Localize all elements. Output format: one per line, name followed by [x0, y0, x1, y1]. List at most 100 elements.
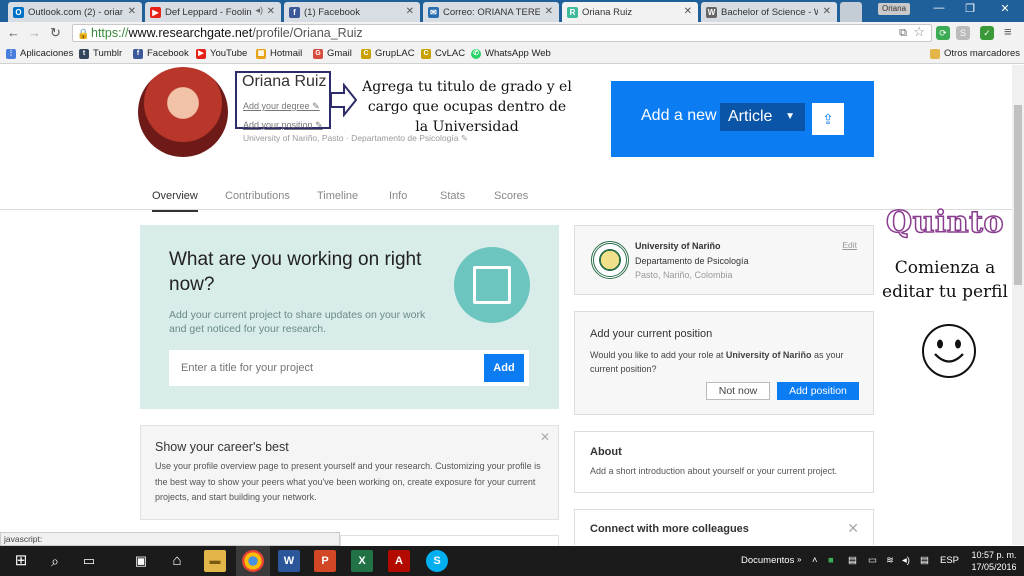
task-view-icon[interactable]: ▭ [78, 550, 100, 572]
add-type-select[interactable]: Article ▼ [720, 103, 805, 131]
tab-stats[interactable]: Stats [440, 190, 465, 202]
bookmark-other[interactable]: Otros marcadores [930, 48, 1020, 59]
profile-chip[interactable]: Oriana [878, 3, 911, 15]
notifications-icon[interactable]: ▤ [920, 555, 929, 566]
bookmark-cvlac[interactable]: C CvLAC [421, 48, 465, 59]
tab-contributions[interactable]: Contributions [225, 190, 290, 202]
tray-app-icon[interactable]: ■ [828, 555, 834, 566]
tab-wikipedia[interactable]: W Bachelor of Science - W ✕ [701, 2, 837, 22]
add-project-button[interactable]: Add [484, 354, 524, 382]
clock-date: 17/05/2016 [971, 562, 1017, 572]
about-card: About Add a short introduction about you… [574, 431, 874, 493]
network-icon[interactable]: ▤ [848, 555, 857, 566]
tab-outlook[interactable]: O Outlook.com (2) - oriana ✕ [8, 2, 142, 22]
bookmark-tumblr[interactable]: t Tumblr [79, 48, 122, 59]
close-icon[interactable]: ✕ [128, 6, 136, 17]
not-now-button[interactable]: Not now [706, 382, 770, 400]
about-text[interactable]: Add a short introduction about yourself … [590, 466, 837, 476]
gruplac-icon: C [361, 48, 371, 59]
documents-toolbar[interactable]: Documentos [741, 555, 794, 566]
clock[interactable]: 10:57 p. m. 17/05/2016 [968, 549, 1020, 573]
tab-researchgate[interactable]: R Oriana Ruiz ✕ [562, 2, 698, 22]
start-icon[interactable]: ⊞ [10, 550, 32, 572]
add-position-button[interactable]: Add position [777, 382, 859, 400]
back-icon[interactable]: ← [7, 25, 20, 40]
bookmark-label: Tumblr [93, 48, 123, 59]
close-icon[interactable]: ✕ [847, 520, 859, 537]
add-position-link[interactable]: Add your position ✎ [243, 120, 323, 131]
grammar-icon[interactable]: ✓ [980, 26, 994, 40]
tab-mail[interactable]: ✉ Correo: ORIANA TERESA ✕ [423, 2, 559, 22]
tab-timeline[interactable]: Timeline [317, 190, 358, 202]
project-title-input[interactable] [169, 350, 479, 386]
excel-icon[interactable]: X [351, 550, 373, 572]
close-icon[interactable]: ✕ [823, 6, 831, 17]
bookmark-hotmail[interactable]: ▦ Hotmail [256, 48, 302, 59]
career-text: Use your profile overview page to presen… [155, 461, 541, 502]
institution-name[interactable]: University of Nariño [635, 241, 721, 251]
new-tab-button[interactable] [840, 2, 862, 22]
powerpoint-icon[interactable]: P [314, 550, 336, 572]
add-degree-link[interactable]: Add your degree ✎ [243, 101, 320, 112]
edit-link[interactable]: Edit [842, 240, 857, 250]
tab-overview[interactable]: Overview [152, 190, 198, 212]
skype-icon[interactable]: S [956, 26, 970, 40]
scrollbar-thumb[interactable] [1014, 105, 1022, 285]
working-title: What are you working on right now? [169, 249, 422, 295]
store-icon[interactable]: ▣ [130, 550, 152, 572]
home-icon[interactable]: ⌂ [166, 550, 188, 572]
close-window-icon[interactable]: ✕ [990, 2, 1020, 15]
chrome-icon[interactable] [242, 550, 264, 572]
folder-icon[interactable]: ▬ [204, 550, 226, 572]
battery-icon[interactable]: ▭ [868, 555, 877, 566]
menu-icon[interactable]: ≡ [1004, 24, 1012, 39]
tab-youtube[interactable]: ▶ Def Leppard - Foolin ◂) ✕ [145, 2, 281, 22]
minimize-icon[interactable]: — [924, 2, 954, 14]
search-icon[interactable]: ⌕ [44, 550, 66, 572]
scrollbar[interactable] [1012, 65, 1024, 545]
upload-button[interactable]: ⇪ [812, 103, 844, 135]
bookmark-gruplac[interactable]: C GrupLAC [361, 48, 415, 59]
close-icon[interactable]: ✕ [684, 6, 692, 17]
tab-scores[interactable]: Scores [494, 190, 528, 202]
bookmark-youtube[interactable]: ▶ YouTube [196, 48, 247, 59]
add-new-panel: Add a new Article ▼ ⇪ [611, 81, 874, 157]
cvlac-icon: C [421, 48, 431, 59]
avatar[interactable] [138, 67, 228, 157]
close-icon[interactable]: ✕ [406, 6, 414, 17]
speaker-icon[interactable]: ◂) [255, 5, 263, 16]
language-indicator[interactable]: ESP [940, 555, 959, 566]
extension-icon[interactable]: ⟳ [936, 26, 950, 40]
url-host: www.researchgate.net [128, 26, 253, 40]
clock-time: 10:57 p. m. [971, 550, 1017, 560]
translate-icon[interactable]: ⧉ [899, 25, 907, 41]
bookmark-apps[interactable]: ⋮ Aplicaciones [6, 48, 73, 59]
browser-toolbar: ← → ↻ 🔒 https://www.researchgate.net/pro… [0, 22, 1024, 44]
close-icon[interactable]: ✕ [267, 6, 275, 17]
bookmark-whatsapp[interactable]: ✆ WhatsApp Web [471, 48, 551, 59]
windows-taskbar: ⊞ ⌕ ▭ ▣ ⌂ ▬ W P X A S Documentos » ˄ ■ ▤… [0, 546, 1024, 576]
close-icon[interactable]: ✕ [540, 430, 550, 444]
close-icon[interactable]: ✕ [545, 6, 553, 17]
address-bar[interactable]: 🔒 https://www.researchgate.net/profile/O… [72, 24, 932, 42]
wifi-icon[interactable]: ≋ [886, 555, 894, 566]
star-icon[interactable]: ☆ [913, 24, 925, 40]
tab-facebook[interactable]: f (1) Facebook ✕ [284, 2, 420, 22]
bookmark-facebook[interactable]: f Facebook [133, 48, 189, 59]
restore-icon[interactable]: ❐ [955, 2, 985, 15]
forward-icon[interactable]: → [28, 25, 41, 40]
chevron-icon[interactable]: » [797, 555, 801, 564]
tab-info[interactable]: Info [389, 190, 407, 202]
bookmark-gmail[interactable]: G Gmail [313, 48, 352, 59]
reload-icon[interactable]: ↻ [50, 25, 61, 41]
acrobat-icon[interactable]: A [388, 550, 410, 572]
volume-icon[interactable]: ◂) [902, 555, 910, 566]
word-icon[interactable]: W [278, 550, 300, 572]
apps-icon: ⋮ [6, 48, 16, 59]
chevron-up-icon[interactable]: ˄ [812, 555, 818, 566]
smiley-icon [922, 324, 976, 378]
skype-icon[interactable]: S [426, 550, 448, 572]
institution-department[interactable]: Departamento de Psicología [635, 256, 749, 266]
tab-title: (1) Facebook [304, 6, 360, 18]
chevron-down-icon: ▼ [785, 111, 795, 122]
